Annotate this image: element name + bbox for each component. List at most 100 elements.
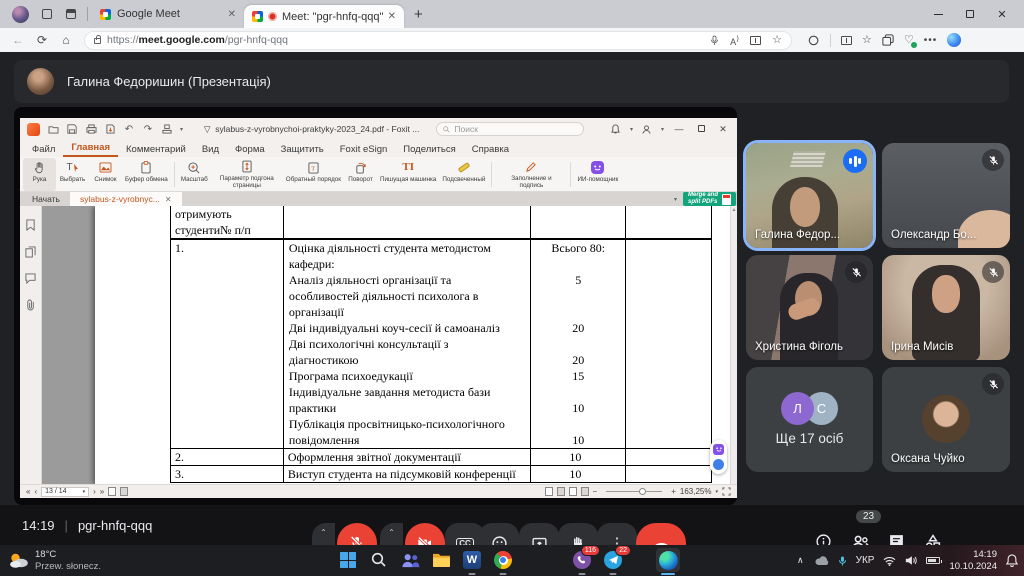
- ai-chat-icon[interactable]: [713, 444, 724, 455]
- chrome-app[interactable]: [491, 548, 515, 572]
- foxit-restore-button[interactable]: [694, 124, 708, 134]
- new-tab-button[interactable]: +: [414, 6, 423, 23]
- foxit-close-button[interactable]: ✕: [716, 124, 730, 135]
- zoom-slider-knob[interactable]: [639, 488, 646, 495]
- pip-icon[interactable]: [750, 36, 761, 45]
- language-indicator[interactable]: УКР: [856, 555, 875, 566]
- menu-esign[interactable]: Foxit eSign: [332, 142, 396, 157]
- zoom-slider[interactable]: [606, 491, 662, 492]
- tab-meet-active[interactable]: Meet: "pgr-hnfq-qqq" ✕: [244, 5, 404, 28]
- end-call-button[interactable]: [636, 523, 686, 545]
- facing-continuous-icon[interactable]: [581, 487, 589, 496]
- tool-hand[interactable]: Рука: [23, 158, 56, 191]
- doc-tab-close-icon[interactable]: ✕: [165, 195, 172, 204]
- people-button[interactable]: [850, 533, 870, 545]
- participant-tile[interactable]: Олександр Бо...: [882, 143, 1010, 248]
- mic-muted-button[interactable]: [337, 523, 377, 545]
- presentation-area[interactable]: ↶ ↷ ▾ ▽ sylabus-z-vyrobnychoi-praktyky-2…: [14, 107, 737, 505]
- tool-typewriter[interactable]: TIПишущая машинка: [377, 158, 439, 191]
- page-view-icon[interactable]: [120, 487, 128, 496]
- tool-snapshot[interactable]: Снимок: [89, 158, 122, 191]
- favorites-hub-icon[interactable]: ☆: [862, 35, 872, 46]
- copilot-icon[interactable]: [947, 33, 961, 47]
- present-button[interactable]: [519, 523, 559, 545]
- tab-list-dropdown-icon[interactable]: ▾: [674, 196, 677, 203]
- account-icon[interactable]: [641, 123, 653, 135]
- menu-file[interactable]: Файл: [24, 142, 63, 157]
- tool-reflow[interactable]: TОбратный порядок: [283, 158, 344, 191]
- account-dropdown-icon[interactable]: ▾: [661, 126, 664, 133]
- menu-share[interactable]: Поделиться: [395, 142, 463, 157]
- open-folder-icon[interactable]: [47, 123, 59, 135]
- voice-search-icon[interactable]: [710, 35, 719, 46]
- print-icon[interactable]: [85, 123, 97, 135]
- workspaces-icon[interactable]: [37, 4, 57, 24]
- collections-icon[interactable]: [882, 34, 894, 46]
- tab-google-meet[interactable]: Google Meet ✕: [92, 0, 244, 28]
- more-participants-tile[interactable]: Л С Ще 17 осіб: [746, 367, 873, 472]
- tool-fill-sign[interactable]: Заполнение и подпись: [495, 158, 567, 191]
- stamp-tool-icon[interactable]: [161, 123, 173, 135]
- participant-tile[interactable]: Оксана Чуйко: [882, 367, 1010, 472]
- split-screen-icon[interactable]: [841, 36, 852, 45]
- tool-ai-assistant[interactable]: ИИ-помощник: [574, 158, 621, 191]
- undo-icon[interactable]: ↶: [123, 123, 135, 135]
- bell-icon[interactable]: [610, 123, 622, 135]
- tool-highlight[interactable]: Подсвеченный: [439, 158, 488, 191]
- doc-tab-current[interactable]: sylabus-z-vyrobnyc...✕: [70, 192, 182, 206]
- wifi-icon[interactable]: [883, 556, 896, 566]
- page-view-icon[interactable]: [108, 487, 116, 496]
- next-page-icon[interactable]: ›: [93, 487, 96, 496]
- zoom-out-icon[interactable]: −: [593, 487, 598, 496]
- tool-zoom[interactable]: Масштаб: [178, 158, 211, 191]
- participant-tile[interactable]: Христина Фіголь: [746, 255, 873, 360]
- telegram-app[interactable]: 22: [601, 548, 625, 572]
- tray-clock[interactable]: 14:19 10.10.2024: [949, 549, 997, 572]
- export-icon[interactable]: [104, 123, 116, 135]
- weather-widget[interactable]: 18°CPrzew. słonecz.: [8, 549, 101, 573]
- read-aloud-icon[interactable]: A⟩: [730, 34, 739, 47]
- browser-essentials-icon[interactable]: [808, 34, 820, 46]
- camera-off-button[interactable]: [405, 523, 445, 545]
- stamp-dropdown-icon[interactable]: ▾: [180, 126, 183, 133]
- file-explorer-app[interactable]: [429, 548, 453, 572]
- reactions-button[interactable]: [479, 523, 519, 545]
- tray-expand-icon[interactable]: ∧: [797, 555, 804, 566]
- notifications-icon[interactable]: [1006, 554, 1018, 567]
- menu-protect[interactable]: Защитить: [273, 142, 332, 157]
- close-button[interactable]: ✕: [986, 0, 1018, 28]
- start-button[interactable]: [336, 548, 360, 572]
- fullscreen-icon[interactable]: [722, 487, 731, 496]
- refresh-button[interactable]: ⟳: [32, 33, 52, 47]
- merge-split-promo[interactable]: Merge andsplit PDFs: [683, 192, 736, 206]
- word-app[interactable]: W: [460, 548, 484, 572]
- single-page-icon[interactable]: [545, 487, 553, 496]
- redo-icon[interactable]: ↷: [142, 123, 154, 135]
- participant-tile[interactable]: Ірина Мисів: [882, 255, 1010, 360]
- minimize-button[interactable]: [922, 0, 954, 28]
- tool-rotate[interactable]: Поворот: [344, 158, 377, 191]
- participant-tile[interactable]: Галина Федор...: [746, 143, 873, 248]
- document-scrollbar[interactable]: ▲: [730, 206, 737, 484]
- continuous-icon[interactable]: [557, 487, 565, 496]
- more-options-button[interactable]: ⋮: [597, 523, 637, 545]
- more-menu-icon[interactable]: •••: [924, 35, 938, 46]
- foxit-minimize-button[interactable]: —: [672, 124, 686, 134]
- search-button[interactable]: [367, 548, 391, 572]
- menu-comment[interactable]: Комментарий: [118, 142, 194, 157]
- last-page-icon[interactable]: »: [100, 487, 104, 496]
- viber-app[interactable]: 116: [570, 548, 594, 572]
- tab-close-icon[interactable]: ✕: [388, 11, 396, 22]
- activities-button[interactable]: [923, 533, 943, 545]
- address-bar[interactable]: https://meet.google.com/pgr-hnfq-qqq A⟩ …: [84, 31, 792, 50]
- tray-mic-icon[interactable]: [838, 555, 847, 567]
- document-viewport[interactable]: отримують студенти№ п/п 1. Оцінка діяльн…: [42, 206, 737, 484]
- quick-action-icon[interactable]: [713, 459, 724, 470]
- back-button[interactable]: ←: [8, 33, 28, 47]
- chat-button[interactable]: [886, 533, 906, 545]
- menu-help[interactable]: Справка: [464, 142, 517, 157]
- comments-icon[interactable]: [25, 273, 36, 284]
- menu-form[interactable]: Форма: [227, 142, 273, 157]
- first-page-icon[interactable]: «: [26, 487, 30, 496]
- prev-page-icon[interactable]: ‹: [34, 487, 37, 496]
